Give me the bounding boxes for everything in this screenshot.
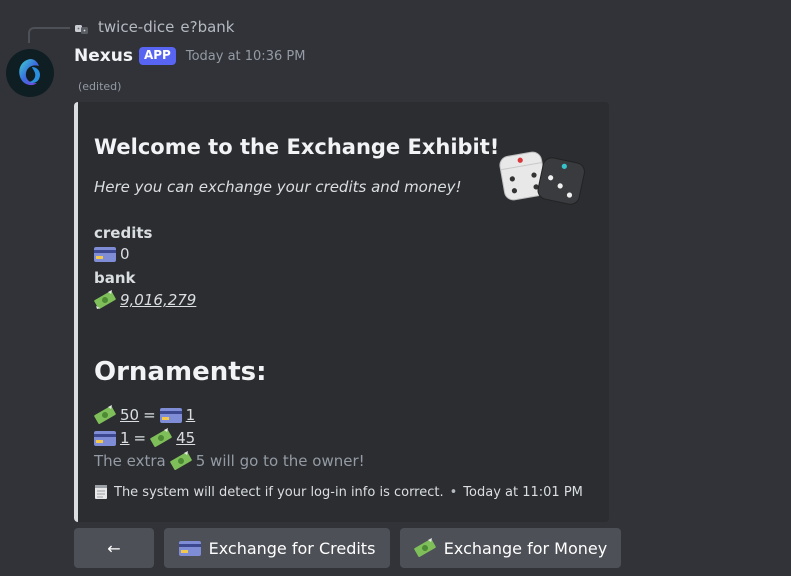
embed-title: Welcome to the Exchange Exhibit! <box>94 135 500 159</box>
edited-label: (edited) <box>78 80 122 93</box>
rate2-right[interactable]: 45 <box>176 429 195 447</box>
message-timestamp[interactable]: Today at 10:36 PM <box>186 49 306 64</box>
reply-text: twice-dice e?bank <box>98 18 234 36</box>
credit-card-icon <box>159 407 182 423</box>
footer-text: The system will detect if your log-in in… <box>114 484 444 500</box>
credit-card-icon <box>94 246 116 262</box>
reply-content[interactable]: e?bank <box>180 18 234 36</box>
nexus-logo-icon <box>19 59 41 86</box>
footer-time: Today at 11:01 PM <box>463 484 583 500</box>
reply-username[interactable]: twice-dice <box>98 18 174 36</box>
note-prefix: The extra <box>94 452 166 470</box>
reply-avatar-icon <box>74 21 90 37</box>
money-icon <box>94 405 116 425</box>
money-icon <box>414 538 436 558</box>
money-icon <box>94 290 116 310</box>
footer-separator: • <box>449 484 458 500</box>
rate-money-to-credits: 50 = 1 <box>94 405 195 425</box>
credit-card-icon <box>178 540 201 556</box>
exchange-credits-label: Exchange for Credits <box>208 538 376 558</box>
rate-credits-to-money: 1 = 45 <box>94 428 195 448</box>
credits-field-value: 0 <box>94 245 130 263</box>
rate1-equals: = <box>143 406 156 424</box>
avatar[interactable] <box>6 49 54 97</box>
rate1-left[interactable]: 50 <box>120 406 139 424</box>
notepad-icon <box>94 484 108 500</box>
reply-connector <box>28 27 70 43</box>
bank-field-value: 9,016,279 <box>94 290 196 310</box>
back-button[interactable]: ← <box>74 528 154 568</box>
owner-note: The extra 5 will go to the owner! <box>94 451 365 471</box>
note-suffix: 5 will go to the owner! <box>195 452 365 470</box>
bank-field-name: bank <box>94 269 136 287</box>
embed: Welcome to the Exchange Exhibit! Here yo… <box>74 102 609 522</box>
credits-field-name: credits <box>94 224 153 242</box>
bank-amount[interactable]: 9,016,279 <box>120 291 196 309</box>
exchange-for-money-button[interactable]: Exchange for Money <box>400 528 621 568</box>
exchange-for-credits-button[interactable]: Exchange for Credits <box>164 528 390 568</box>
message-header: Nexus APP Today at 10:36 PM <box>74 46 305 66</box>
embed-description: Here you can exchange your credits and m… <box>94 178 462 196</box>
author-name[interactable]: Nexus <box>74 46 133 66</box>
rate1-right[interactable]: 1 <box>186 406 196 424</box>
back-arrow-icon: ← <box>107 538 121 558</box>
rate2-left[interactable]: 1 <box>120 429 130 447</box>
money-icon <box>169 451 192 471</box>
exchange-money-label: Exchange for Money <box>443 538 608 558</box>
credit-card-icon <box>94 430 116 446</box>
credits-amount: 0 <box>120 245 130 263</box>
money-icon <box>150 428 172 448</box>
app-badge: APP <box>138 47 176 65</box>
rate2-equals: = <box>133 429 147 447</box>
embed-footer: The system will detect if your log-in in… <box>94 484 583 500</box>
dice-icon[interactable] <box>498 146 588 212</box>
ornaments-title: Ornaments: <box>94 357 267 387</box>
